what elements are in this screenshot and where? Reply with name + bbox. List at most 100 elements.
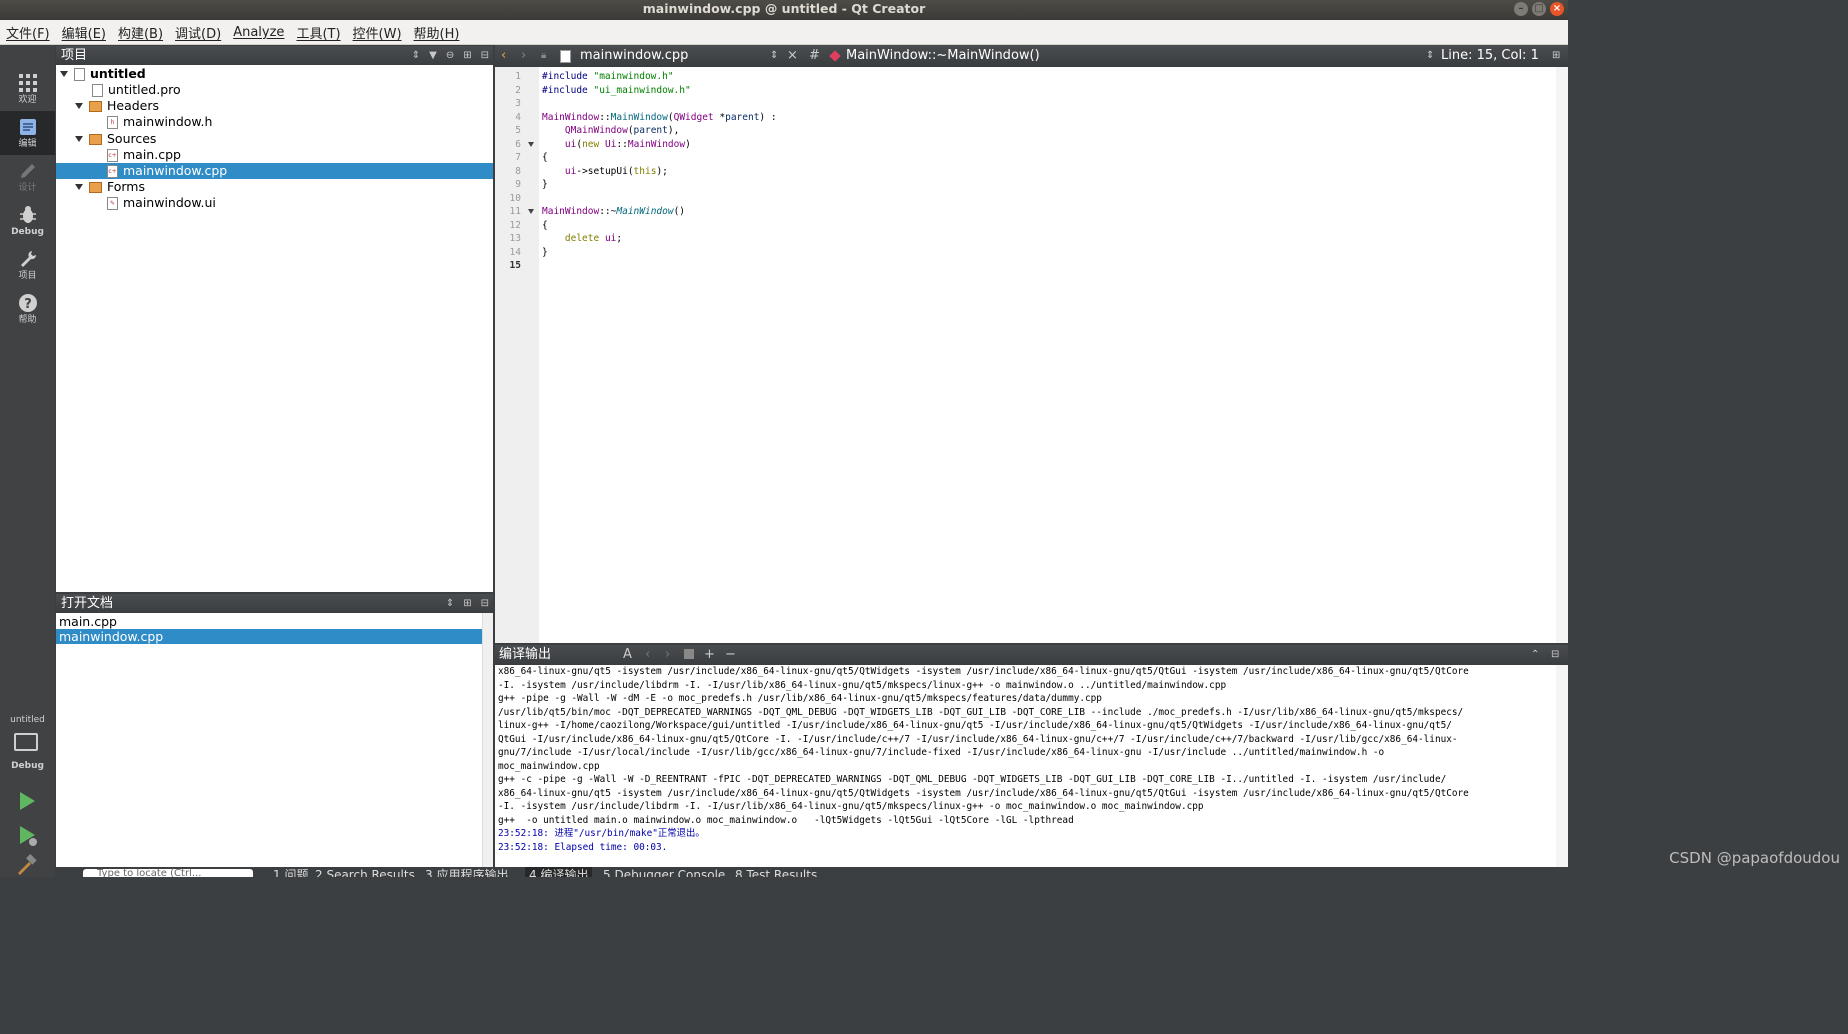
build-hammer-icon[interactable] bbox=[15, 853, 39, 877]
zoom-out-icon[interactable]: − bbox=[725, 645, 736, 665]
tree-item-ui-file[interactable]: ✎ mainwindow.ui bbox=[107, 195, 216, 211]
line-number-gutter: 1 2 3 4 5 6 7 8 9 10 11 12 13 14 15 bbox=[495, 67, 539, 643]
open-docs-header: 打开文档 ⇕ ⊞ ⊟ bbox=[56, 594, 493, 614]
fold-arrow-icon[interactable] bbox=[528, 209, 534, 214]
cpp-file-icon bbox=[560, 50, 571, 63]
expand-arrow-icon[interactable] bbox=[60, 71, 68, 77]
tree-item-pro-file[interactable]: untitled.pro bbox=[92, 82, 181, 98]
symbol-combo[interactable]: MainWindow::~MainWindow() bbox=[846, 45, 1040, 67]
open-doc-item-selected[interactable]: mainwindow.cpp bbox=[56, 629, 482, 644]
open-docs-title: 打开文档 bbox=[61, 596, 114, 611]
mode-projects[interactable]: 项目 bbox=[0, 243, 55, 287]
kit-selector-monitor-icon[interactable] bbox=[14, 733, 38, 751]
tab-compile-output[interactable]: 4 编译输出 bbox=[525, 867, 593, 877]
fold-arrow-icon[interactable] bbox=[528, 141, 534, 147]
tab-application-output[interactable]: 3 应用程序输出 bbox=[425, 869, 508, 877]
menu-help[interactable]: 帮助(H) bbox=[408, 23, 466, 42]
forward-arrow-icon[interactable]: › bbox=[521, 45, 526, 67]
mode-edit[interactable]: 编辑 bbox=[0, 111, 55, 155]
menu-file[interactable]: 文件(F) bbox=[0, 23, 56, 42]
run-icon[interactable] bbox=[15, 789, 39, 813]
code-token: () bbox=[673, 206, 686, 217]
maximize-button[interactable]: □ bbox=[1532, 2, 1546, 16]
code-editor[interactable]: #include "mainwindow.h" #include "ui_main… bbox=[539, 67, 1556, 643]
grid-icon bbox=[18, 74, 37, 92]
tree-item-project[interactable]: untitled bbox=[60, 66, 146, 82]
preprocessor-hash[interactable]: # bbox=[809, 45, 820, 67]
window-titlebar: mainwindow.cpp @ untitled - Qt Creator –… bbox=[0, 0, 1568, 20]
tree-item-headers[interactable]: Headers bbox=[75, 98, 159, 114]
cursor-position[interactable]: Line: 15, Col: 1 bbox=[1441, 45, 1539, 67]
prev-icon[interactable]: ‹ bbox=[645, 645, 650, 665]
split-icon[interactable]: ⊞ bbox=[463, 46, 471, 66]
output-line: linux-g++ -I/home/caozilong/Workspace/gu… bbox=[498, 720, 1452, 731]
close-document-icon[interactable]: × bbox=[787, 45, 798, 67]
link-editor-icon[interactable]: ⊖ bbox=[446, 46, 454, 66]
tab-test-results[interactable]: 8 Test Results bbox=[735, 869, 817, 877]
code-line: ui->setupUi(this); bbox=[542, 165, 668, 179]
expand-arrow-icon[interactable] bbox=[75, 184, 83, 190]
view-selector-icon[interactable]: ⇕ bbox=[412, 46, 420, 66]
kit-project-label: untitled bbox=[10, 715, 45, 725]
tree-item-sources[interactable]: Sources bbox=[75, 131, 156, 147]
view-selector-icon[interactable]: ⇕ bbox=[446, 594, 454, 614]
kit-build-type[interactable]: Debug bbox=[0, 761, 55, 771]
mode-help[interactable]: ? 帮助 bbox=[0, 287, 55, 331]
symbol-combo-arrow-icon[interactable]: ⇕ bbox=[1426, 45, 1434, 67]
open-doc-item[interactable]: main.cpp bbox=[56, 614, 482, 629]
menu-debug[interactable]: 调试(D) bbox=[169, 23, 227, 42]
expand-arrow-icon[interactable] bbox=[75, 103, 83, 109]
file-combo-arrow-icon[interactable]: ⇕ bbox=[770, 45, 778, 67]
close-panel-icon[interactable]: ⊟ bbox=[1551, 645, 1559, 665]
mode-design[interactable]: 设计 bbox=[0, 155, 55, 199]
code-line: { bbox=[542, 219, 548, 233]
menu-build[interactable]: 构建(B) bbox=[112, 23, 169, 42]
tree-item-mainwindow-cpp[interactable]: c+ mainwindow.cpp bbox=[56, 163, 493, 179]
filter-icon[interactable]: ▼ bbox=[429, 46, 437, 66]
folder-icon bbox=[89, 133, 102, 145]
menu-widgets[interactable]: 控件(W) bbox=[347, 23, 408, 42]
mode-bar: 欢迎 编辑 设计 Debug 项目 ? 帮助 bbox=[0, 45, 55, 877]
mode-debug[interactable]: Debug bbox=[0, 199, 55, 243]
menu-tools[interactable]: 工具(T) bbox=[290, 23, 346, 42]
close-button[interactable]: × bbox=[1550, 2, 1564, 16]
maximize-panel-icon[interactable]: ⌃ bbox=[1531, 645, 1539, 665]
output-scrollbar[interactable] bbox=[1556, 665, 1568, 867]
split-icon[interactable]: ⊞ bbox=[463, 594, 471, 614]
menu-analyze[interactable]: Analyze bbox=[227, 25, 290, 40]
tab-debugger-console[interactable]: 5 Debugger Console bbox=[603, 869, 725, 877]
line-number: 1 bbox=[515, 71, 521, 82]
mode-welcome[interactable]: 欢迎 bbox=[0, 67, 55, 111]
project-tree: untitled untitled.pro Headers h mainwindo… bbox=[56, 65, 493, 592]
output-line: g++ -pipe -g -Wall -W -dM -E -o moc_pred… bbox=[498, 693, 1102, 704]
editor-file-combo[interactable]: mainwindow.cpp bbox=[580, 45, 688, 67]
next-icon[interactable]: › bbox=[665, 645, 670, 665]
back-arrow-icon[interactable]: ‹ bbox=[501, 45, 506, 67]
code-token: #include bbox=[542, 84, 594, 96]
panel-close-icon[interactable]: ⊟ bbox=[481, 594, 489, 614]
minimize-button[interactable]: – bbox=[1514, 2, 1528, 16]
zoom-in-icon[interactable]: + bbox=[704, 645, 715, 665]
help-icon: ? bbox=[18, 294, 37, 312]
tree-item-forms[interactable]: Forms bbox=[75, 179, 145, 195]
panel-close-icon[interactable]: ⊟ bbox=[481, 46, 489, 66]
debug-run-icon[interactable] bbox=[15, 823, 39, 847]
expand-arrow-icon[interactable] bbox=[75, 136, 83, 142]
code-line: } bbox=[542, 246, 548, 260]
tree-item-header-file[interactable]: h mainwindow.h bbox=[107, 114, 212, 130]
tab-issues[interactable]: 1 问题 bbox=[273, 869, 308, 877]
word-wrap-icon[interactable]: A bbox=[623, 645, 632, 665]
tree-item-main-cpp[interactable]: c+ main.cpp bbox=[107, 147, 181, 163]
tab-search-results[interactable]: 2 Search Results bbox=[315, 869, 415, 877]
code-line: #include "ui_mainwindow.h" bbox=[542, 84, 691, 98]
tree-item-label: Sources bbox=[107, 131, 157, 146]
locator-search-input[interactable]: Type to locate (Ctrl... bbox=[83, 869, 253, 877]
line-number: 3 bbox=[515, 98, 521, 109]
split-icon[interactable]: ⊞ bbox=[1552, 45, 1560, 67]
menu-edit[interactable]: 编辑(E) bbox=[56, 23, 112, 42]
editor-scrollbar[interactable] bbox=[1556, 67, 1568, 643]
tree-item-label: Headers bbox=[107, 98, 160, 113]
line-number: 7 bbox=[515, 152, 521, 163]
open-docs-scrollbar[interactable] bbox=[482, 613, 493, 867]
stop-icon[interactable] bbox=[684, 649, 694, 659]
